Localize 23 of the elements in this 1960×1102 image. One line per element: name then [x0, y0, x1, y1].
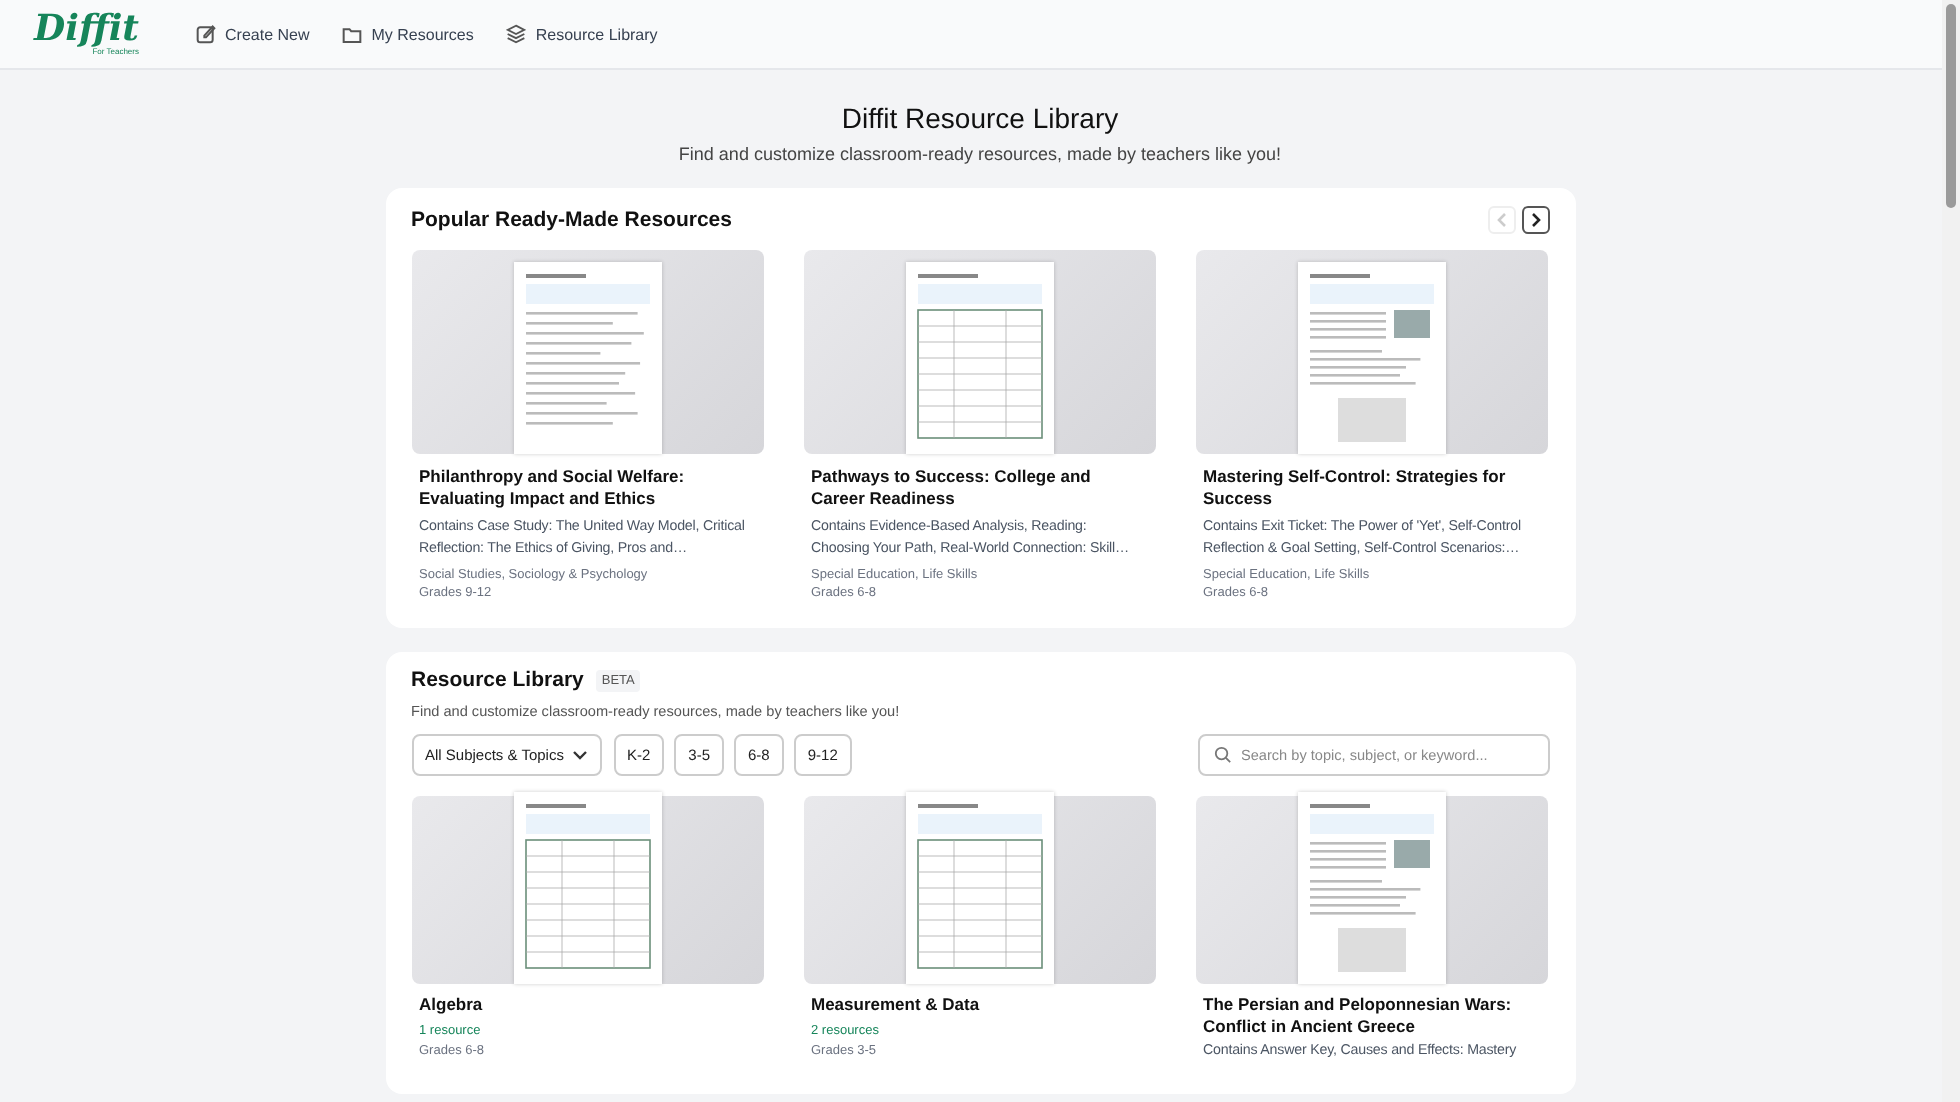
edit-icon — [195, 24, 215, 44]
next-button[interactable] — [1521, 206, 1549, 234]
collection-title[interactable]: Algebra — [419, 994, 755, 1016]
logo-text: Diffit — [34, 12, 139, 48]
collection-title[interactable]: Measurement & Data — [811, 994, 1147, 1016]
section-title: Resource Library — [411, 668, 584, 692]
layers-icon — [505, 24, 526, 44]
scrollbar[interactable] — [1942, 0, 1960, 1102]
resource-title[interactable]: Philanthropy and Social Welfare: Evaluating Impact and Ethics — [419, 466, 755, 510]
section-title: Popular Ready-Made Resources — [411, 208, 732, 232]
nav-link[interactable]: My Resources — [341, 25, 474, 43]
resource-title[interactable]: Pathways to Success: College and Career Readiness — [811, 466, 1147, 510]
page-title: Diffit Resource Library — [839, 102, 1121, 134]
chevron-down-icon — [571, 750, 587, 760]
chevron-right-icon — [1529, 212, 1541, 228]
scrollbar-thumb[interactable] — [1946, 4, 1956, 208]
nav-link[interactable]: Create New — [195, 24, 310, 44]
resource-title[interactable]: Mastering Self-Control: Strategies for Success — [1203, 466, 1539, 510]
folder-icon — [341, 25, 362, 43]
nav-link[interactable]: Resource Library — [505, 24, 658, 44]
chevron-left-icon — [1495, 212, 1507, 228]
page-subtitle: Find and customize classroom-ready resources, made by teachers like you! — [676, 144, 1284, 164]
collection-title[interactable]: The Persian and Peloponnesian Wars: Conflict in Ancient Greece — [1203, 994, 1539, 1038]
